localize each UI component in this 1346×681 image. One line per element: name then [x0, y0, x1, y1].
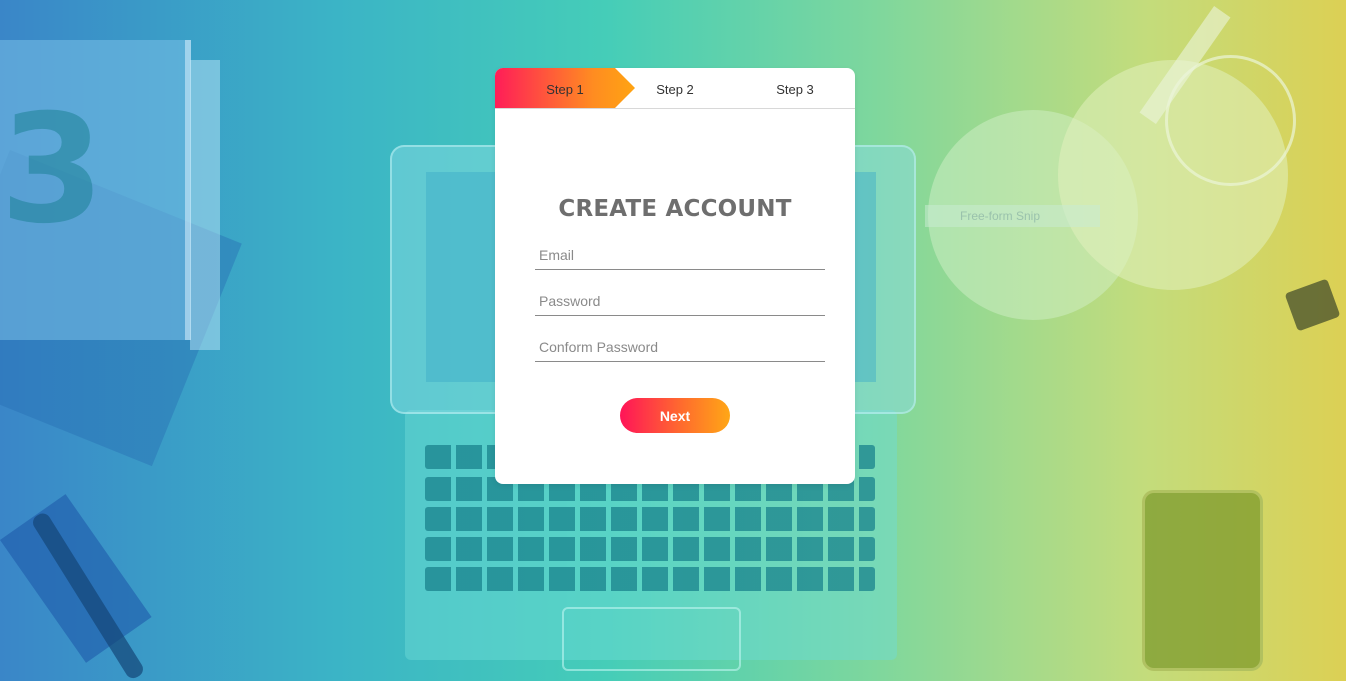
background-clip: [1284, 278, 1341, 332]
step-3-tab[interactable]: Step 3: [735, 68, 855, 108]
background-pen: [30, 510, 146, 681]
background-book: [190, 60, 220, 350]
background-lamp-arm: [1139, 6, 1231, 124]
background-book: [0, 40, 191, 340]
step-1-label: Step 1: [546, 82, 584, 97]
background-lamp: [928, 110, 1138, 320]
next-button[interactable]: Next: [620, 398, 730, 433]
step-progress-bar: Step 2 Step 3 Step 1: [495, 68, 855, 109]
step-3-label: Step 3: [776, 82, 814, 97]
background-keyboard-row: [425, 567, 875, 591]
background-lamp: [1165, 55, 1296, 186]
background-keyboard-row: [425, 537, 875, 561]
step-2-label: Step 2: [656, 82, 694, 97]
background-snip-label: Free-form Snip: [960, 209, 1041, 223]
password-field[interactable]: [535, 286, 825, 316]
form-title: CREATE ACCOUNT: [558, 196, 792, 222]
background-keyboard-row: [425, 507, 875, 531]
background-snip-bar: [925, 205, 1100, 227]
confirm-password-field[interactable]: [535, 332, 825, 362]
background-book: [0, 150, 242, 467]
background-trackpad: [562, 607, 741, 671]
background-book-number: 3: [0, 83, 105, 257]
email-field[interactable]: [535, 240, 825, 270]
step-1-tab[interactable]: Step 1: [495, 68, 635, 108]
background-phone: [1142, 490, 1263, 671]
background-notebook: [0, 494, 152, 663]
background-lamp: [1058, 60, 1288, 290]
signup-card: Step 2 Step 3 Step 1 CREATE ACCOUNT Next: [495, 68, 855, 484]
